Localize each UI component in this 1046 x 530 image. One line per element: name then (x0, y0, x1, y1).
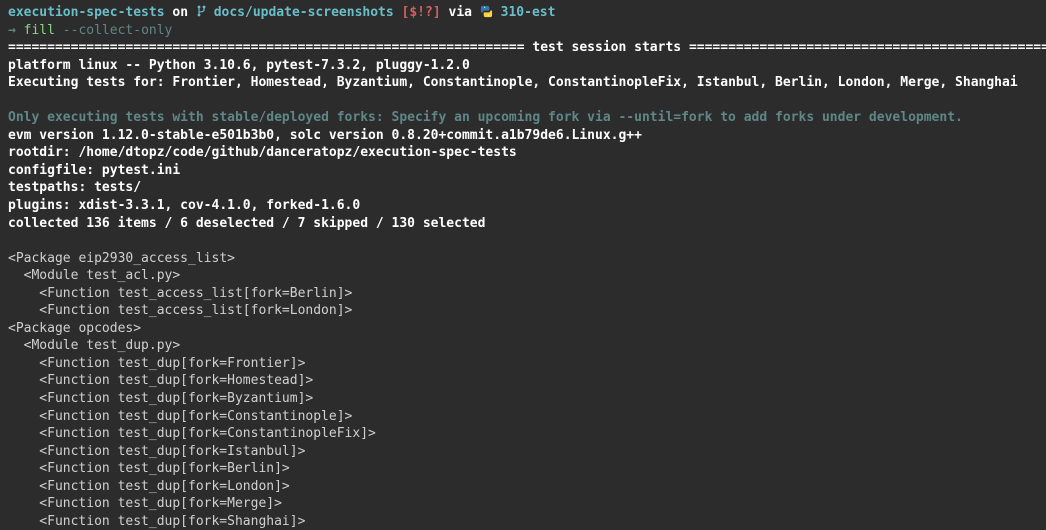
command-args: --collect-only (63, 23, 173, 38)
divider-title: test session starts (525, 40, 689, 55)
divider-left: ========================================… (8, 40, 525, 55)
blank-line-2 (8, 232, 1038, 250)
evm-version: evm version 1.12.0-stable-e501b3b0, solc… (8, 127, 1038, 145)
prompt-arrow: → (8, 23, 16, 38)
function-node: <Function test_access_list[fork=London]> (8, 302, 1038, 320)
testpaths: testpaths: tests/ (8, 179, 1038, 197)
rootdir: rootdir: /home/dtopz/code/github/dancera… (8, 144, 1038, 162)
function-node: <Function test_dup[fork=Frontier]> (8, 355, 1038, 373)
fork-list: Frontier, Homestead, Byzantium, Constant… (172, 75, 1017, 90)
via-text: via (449, 5, 472, 20)
function-node: <Function test_dup[fork=Homestead]> (8, 372, 1038, 390)
executing-forks: Executing tests for: Frontier, Homestead… (8, 74, 1038, 92)
stable-fork-note: Only executing tests with stable/deploye… (8, 109, 1038, 127)
function-node: <Function test_dup[fork=Berlin]> (8, 460, 1038, 478)
function-node: <Function test_dup[fork=Constantinople]> (8, 408, 1038, 426)
terminal-output[interactable]: execution-spec-tests on docs/update-scre… (8, 4, 1038, 530)
branch-name: docs/update-screenshots (214, 5, 394, 20)
function-node: <Function test_dup[fork=Byzantium]> (8, 390, 1038, 408)
function-node: <Function test_dup[fork=Shanghai]> (8, 513, 1038, 530)
snake-icon (480, 5, 501, 20)
platform-info: platform linux -- Python 3.10.6, pytest-… (8, 57, 1038, 75)
on-text: on (172, 5, 188, 20)
module-node: <Module test_acl.py> (8, 267, 1038, 285)
venv-name: 310-est (501, 5, 556, 20)
repo-name: execution-spec-tests (8, 5, 165, 20)
function-node: <Function test_dup[fork=Merge]> (8, 495, 1038, 513)
branch-icon (196, 5, 214, 20)
divider-right: ========================================… (689, 40, 1046, 55)
function-node: <Function test_dup[fork=Istanbul]> (8, 443, 1038, 461)
function-node: <Function test_dup[fork=London]> (8, 478, 1038, 496)
git-status: [$!?] (402, 5, 441, 20)
package-node: <Package eip2930_access_list> (8, 250, 1038, 268)
command-name: fill (24, 23, 55, 38)
package-node: <Package opcodes> (8, 320, 1038, 338)
executing-label: Executing tests for: (8, 75, 172, 90)
session-header: ========================================… (8, 39, 1038, 57)
plugins: plugins: xdist-3.3.1, cov-4.1.0, forked-… (8, 197, 1038, 215)
function-node: <Function test_access_list[fork=Berlin]> (8, 285, 1038, 303)
collected-summary: collected 136 items / 6 deselected / 7 s… (8, 215, 1038, 233)
configfile: configfile: pytest.ini (8, 162, 1038, 180)
function-node: <Function test_dup[fork=ConstantinopleFi… (8, 425, 1038, 443)
module-node: <Module test_dup.py> (8, 337, 1038, 355)
shell-prompt-line2: → fill --collect-only (8, 22, 1038, 40)
blank-line-1 (8, 92, 1038, 110)
shell-prompt-line1: execution-spec-tests on docs/update-scre… (8, 4, 1038, 22)
